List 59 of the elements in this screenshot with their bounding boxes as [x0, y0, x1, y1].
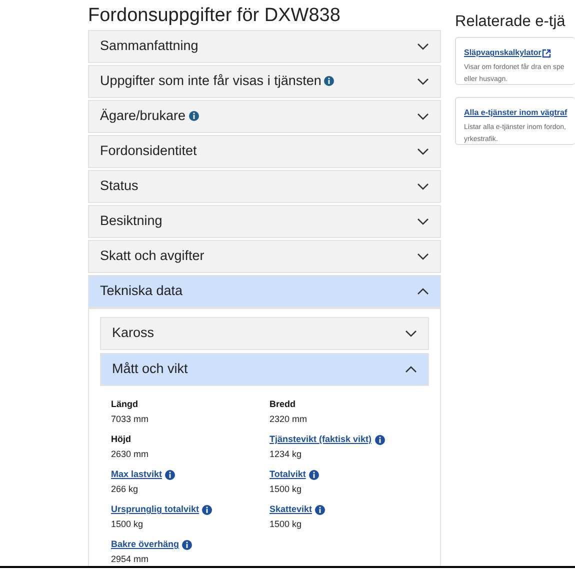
info-icon[interactable] — [188, 111, 199, 122]
chevron-up-icon — [405, 366, 417, 373]
accordion-header[interactable]: Sammanfattning — [88, 30, 441, 63]
chevron-down-icon — [417, 113, 429, 120]
accordion-header[interactable]: Kaross — [100, 317, 429, 350]
chevron-down-icon — [417, 253, 429, 260]
service-link[interactable]: Alla e-tjänster inom vägtraf — [464, 107, 568, 119]
section-title: Ägare/brukare — [100, 106, 199, 127]
chevron-down-icon — [417, 183, 429, 190]
field-label-link[interactable]: Bakre överhäng — [111, 539, 180, 550]
page-title: Fordonsuppgifter för DXW838 — [88, 4, 342, 28]
section-title: Sammanfattning — [100, 37, 198, 56]
chevron-down-icon — [417, 148, 429, 155]
accordion-header[interactable]: Skatt och avgifter — [88, 240, 441, 273]
field-value: 7033 mm — [111, 414, 150, 425]
accordion-header[interactable]: Fordonsidentitet — [88, 135, 441, 168]
field-value: 1500 kg — [270, 484, 303, 495]
field-value: 2630 mm — [111, 449, 150, 460]
accordion-header[interactable]: Uppgifter som inte får visas i tjänsten — [88, 65, 441, 98]
info-icon[interactable] — [308, 470, 319, 480]
field-value: 1500 kg — [111, 519, 144, 530]
field-value: 2320 mm — [270, 414, 308, 425]
info-icon[interactable] — [165, 470, 176, 480]
info-icon[interactable] — [182, 540, 192, 550]
field-value: 1234 kg — [270, 449, 303, 460]
accordion-header[interactable]: Ägare/brukare — [88, 100, 441, 133]
section-title: Skatt och avgifter — [100, 247, 204, 266]
accordion-header[interactable]: Besiktning — [88, 205, 441, 238]
chevron-down-icon — [417, 43, 429, 50]
field-value: 2954 mm — [111, 554, 150, 565]
info-icon[interactable] — [315, 504, 326, 514]
accordion-header[interactable]: Status — [88, 170, 441, 203]
info-icon[interactable] — [374, 434, 385, 444]
field-label-link[interactable]: Tjänstevikt (faktisk vikt) — [270, 434, 372, 445]
chevron-down-icon — [405, 330, 417, 337]
field-label: Bredd — [270, 399, 296, 410]
section-title: Tekniska data — [100, 282, 183, 300]
field-label-link[interactable]: Totalvikt — [270, 469, 306, 480]
related-title: Relaterade e-tjä — [455, 12, 566, 32]
service-link[interactable]: Släpvagnskalkylator — [464, 47, 542, 59]
info-icon[interactable] — [202, 504, 212, 514]
accordion-header[interactable]: Mått och vikt — [100, 353, 429, 386]
field-value: 266 kg — [111, 484, 140, 495]
field-label: Längd — [111, 399, 138, 410]
section-title: Status — [100, 177, 138, 196]
accordion-header[interactable]: Tekniska data — [88, 275, 441, 308]
field-label-link[interactable]: Ursprunglig totalvikt — [111, 504, 200, 515]
field-label-link[interactable]: Max lastvikt — [111, 469, 162, 480]
field-label-link[interactable]: Skattevikt — [270, 504, 312, 515]
info-icon[interactable] — [324, 76, 334, 86]
external-link-icon — [542, 48, 552, 58]
chevron-down-icon — [417, 218, 429, 225]
chevron-up-icon — [417, 288, 429, 295]
section-title: Besiktning — [100, 212, 162, 230]
section-title: Fordonsidentitet — [100, 142, 197, 160]
field-value: 1500 kg — [270, 519, 303, 530]
section-title: Uppgifter som inte får visas i tjänsten — [100, 71, 334, 92]
chevron-down-icon — [417, 78, 429, 85]
field-label: Höjd — [111, 434, 131, 445]
